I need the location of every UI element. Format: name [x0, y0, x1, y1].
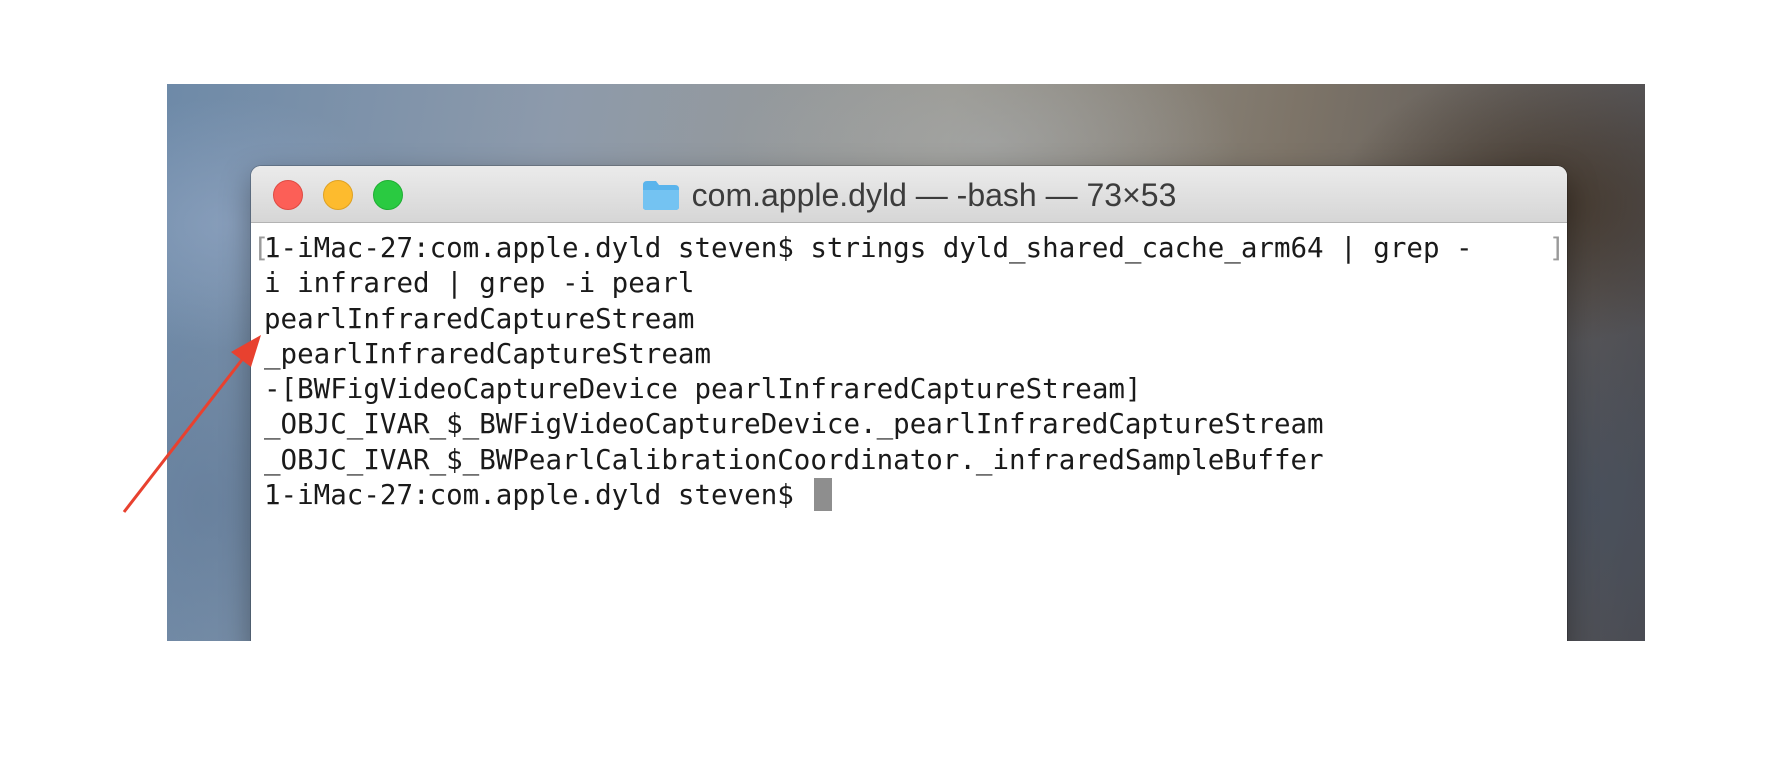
titlebar[interactable]: com.apple.dyld — -bash — 73×53: [251, 166, 1567, 223]
terminal-line: -[BWFigVideoCaptureDevice pearlInfraredC…: [264, 373, 1142, 406]
terminal-line: _OBJC_IVAR_$_BWFigVideoCaptureDevice._pe…: [264, 408, 1324, 441]
terminal-line: 1-iMac-27:com.apple.dyld steven$ strings…: [264, 232, 1473, 264]
terminal-line: pearlInfraredCaptureStream: [264, 302, 695, 335]
line-wrap-right-bracket: ]: [1548, 233, 1565, 264]
terminal-line: i infrared | grep -i pearl: [264, 267, 695, 300]
line-wrap-left-bracket: [: [253, 233, 270, 264]
terminal-line: _pearlInfraredCaptureStream: [264, 337, 712, 370]
terminal-prompt-line[interactable]: 1-iMac-27:com.apple.dyld steven$: [264, 478, 1555, 513]
window-title-group: com.apple.dyld — -bash — 73×53: [251, 176, 1567, 213]
page-background: [0, 641, 1772, 772]
text-cursor: [814, 478, 833, 512]
terminal-line: _OBJC_IVAR_$_BWPearlCalibrationCoordinat…: [264, 443, 1324, 476]
window-title: com.apple.dyld — -bash — 73×53: [691, 176, 1177, 213]
terminal-prompt: 1-iMac-27:com.apple.dyld steven$: [264, 479, 811, 512]
folder-icon: [642, 179, 680, 211]
terminal-output[interactable]: [ ] 1-iMac-27:com.apple.dyld steven$ str…: [251, 223, 1567, 656]
terminal-window: com.apple.dyld — -bash — 73×53 [ ] 1-iMa…: [251, 166, 1567, 656]
